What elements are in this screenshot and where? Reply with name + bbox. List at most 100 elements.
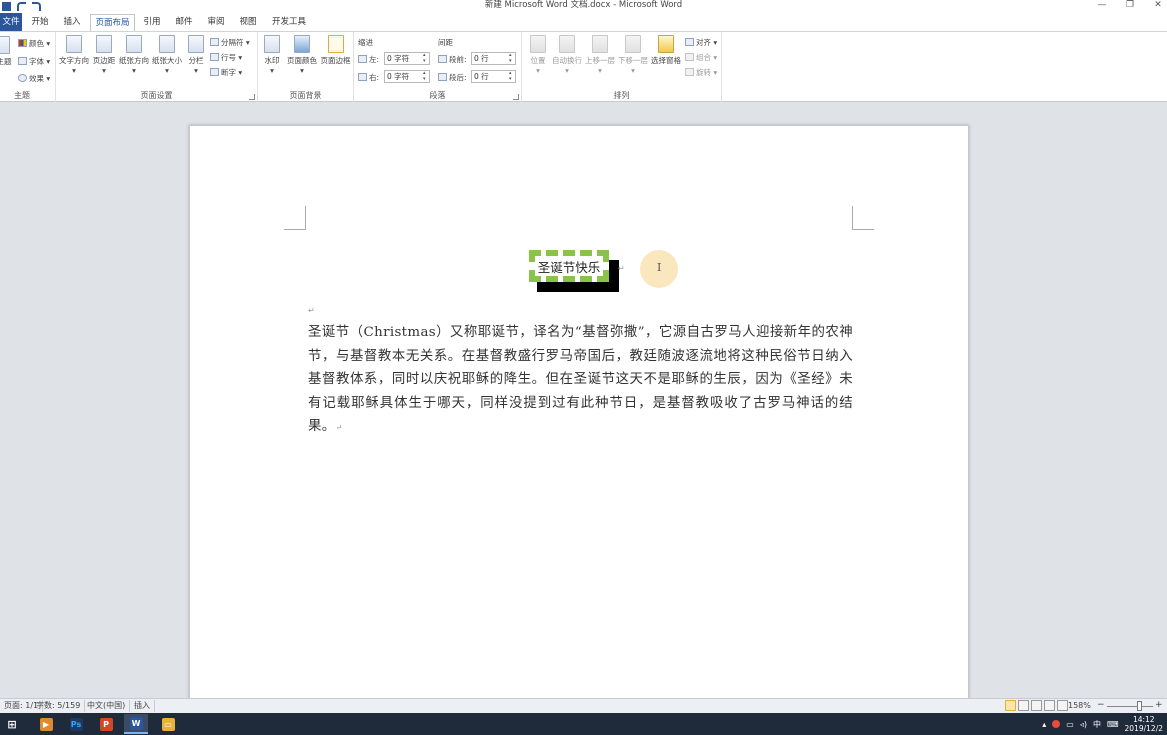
columns-button[interactable]: 分栏 ▾ (185, 35, 207, 75)
group-label-arrange: 排列 (613, 91, 630, 100)
start-button[interactable]: ⊞ (0, 714, 24, 734)
bring-forward-icon (592, 35, 608, 53)
title-bar: 新建 Microsoft Word 文档.docx - Microsoft Wo… (0, 0, 1167, 12)
page-borders-button[interactable]: 页面边框 (319, 35, 352, 66)
tab-developer[interactable]: 开发工具 (268, 14, 310, 31)
effects-button[interactable]: 效果 ▾ (18, 73, 50, 84)
document-page[interactable]: 圣诞节快乐 ↵ I ↵ 圣诞节（Christmas）又称耶诞节，译名为“基督弥撒… (189, 125, 969, 705)
tab-insert[interactable]: 插入 (59, 14, 85, 31)
group-page-background: 水印 ▾ 页面颜色 ▾ 页面边框 页面背景 (258, 32, 354, 102)
margins-button[interactable]: 页边距 ▾ (92, 35, 116, 75)
group-themes: 主题 颜色 ▾ 字体 ▾ 效果 ▾ 主题 (0, 32, 56, 102)
taskbar-file-explorer[interactable]: ▭ (156, 714, 180, 734)
full-screen-view-icon[interactable] (1018, 700, 1029, 711)
tab-page-layout[interactable]: 页面布局 (90, 14, 135, 31)
text-direction-icon (66, 35, 82, 53)
status-language[interactable]: 中文(中国) (83, 700, 131, 712)
margins-icon (96, 35, 112, 53)
fonts-icon (18, 57, 27, 65)
volume-icon[interactable]: ◃) (1080, 720, 1087, 729)
status-word-count[interactable]: 字数: 5/159 (32, 700, 86, 712)
rotate-button[interactable]: 旋转 ▾ (685, 67, 717, 78)
keyboard-icon[interactable]: ⌨ (1107, 720, 1119, 729)
group-label-page-background: 页面背景 (289, 91, 322, 100)
taskbar-word[interactable]: W (124, 714, 148, 734)
group-label-themes: 主题 (14, 91, 30, 100)
effects-icon (18, 74, 27, 82)
page-setup-launcher-icon[interactable] (249, 94, 255, 100)
spacing-before-spinner[interactable]: 0 行 (471, 52, 516, 65)
empty-paragraph-mark: ↵ (308, 306, 315, 315)
watermark-button[interactable]: 水印 ▾ (261, 35, 283, 75)
text-direction-button[interactable]: 文字方向 ▾ (59, 35, 89, 75)
taskbar-media-player[interactable]: ▶ (34, 714, 58, 734)
size-button[interactable]: 纸张大小 ▾ (151, 35, 183, 75)
body-paragraph-mark: ↵ (335, 423, 343, 432)
align-button[interactable]: 对齐 ▾ (685, 37, 717, 48)
draft-view-icon[interactable] (1057, 700, 1068, 711)
zoom-level[interactable]: 158% (1068, 700, 1091, 712)
paragraph-launcher-icon[interactable] (513, 94, 519, 100)
zoom-in-icon[interactable]: + (1155, 700, 1163, 710)
page-color-button[interactable]: 页面颜色 ▾ (286, 35, 318, 75)
indent-right-label: 右: (358, 72, 379, 83)
group-arrange: 位置 ▾ 自动换行 ▾ 上移一层 ▾ 下移一层 ▾ 选择窗格 对齐 ▾ 组合 ▾ 旋转 … (522, 32, 722, 102)
fonts-button[interactable]: 字体 ▾ (18, 56, 50, 67)
orientation-button[interactable]: 纸张方向 ▾ (118, 35, 150, 75)
zoom-track (1107, 706, 1153, 707)
line-numbers-button[interactable]: 行号 ▾ (210, 52, 242, 63)
heading-textbox[interactable]: 圣诞节快乐 (529, 250, 619, 292)
zoom-out-icon[interactable]: − (1097, 700, 1105, 710)
close-button[interactable]: ✕ (1153, 0, 1163, 12)
tab-home[interactable]: 开始 (27, 14, 53, 31)
indent-left-label: 左: (358, 54, 379, 65)
taskbar-photoshop[interactable]: Ps (64, 714, 88, 734)
status-insert-mode[interactable]: 插入 (130, 700, 155, 712)
web-layout-view-icon[interactable] (1031, 700, 1042, 711)
ime-indicator[interactable]: 中 (1093, 719, 1101, 730)
group-button[interactable]: 组合 ▾ (685, 52, 717, 63)
hyphenation-button[interactable]: 断字 ▾ (210, 67, 242, 78)
themes-button[interactable]: 主题 (0, 36, 12, 67)
colors-icon (18, 39, 27, 47)
tab-mailings[interactable]: 邮件 (171, 14, 197, 31)
outline-view-icon[interactable] (1044, 700, 1055, 711)
minimize-button[interactable]: — (1097, 0, 1107, 12)
page-color-icon (294, 35, 310, 53)
hyphenation-icon (210, 68, 219, 76)
wrap-text-icon (559, 35, 575, 53)
selection-pane-button[interactable]: 选择窗格 (650, 35, 682, 66)
clock[interactable]: 14:12 2019/12/2 (1125, 715, 1163, 733)
print-layout-view-icon[interactable] (1005, 700, 1016, 711)
restore-button[interactable]: ❐ (1125, 0, 1135, 12)
group-label-page-setup: 页面设置 (140, 91, 173, 100)
tab-view[interactable]: 视图 (235, 14, 261, 31)
themes-icon (0, 36, 10, 54)
margin-corner-top-right (852, 206, 874, 230)
zoom-slider[interactable]: − + (1097, 700, 1163, 711)
tray-overflow-icon[interactable]: ▴ (1042, 720, 1046, 729)
bring-forward-button[interactable]: 上移一层 ▾ (584, 35, 616, 75)
clock-time: 14:12 (1132, 715, 1155, 724)
body-paragraph[interactable]: 圣诞节（Christmas）又称耶诞节，译名为“基督弥撒”，它源自古罗马人迎接新… (308, 321, 853, 440)
zoom-thumb[interactable] (1137, 701, 1142, 711)
spacing-after-spinner[interactable]: 0 行 (471, 70, 516, 83)
tab-references[interactable]: 引用 (140, 14, 164, 31)
network-icon[interactable]: ▭ (1066, 720, 1074, 729)
breaks-button[interactable]: 分隔符 ▾ (210, 37, 250, 48)
powerpoint-icon: P (99, 717, 113, 731)
watermark-icon (264, 35, 280, 53)
send-backward-button[interactable]: 下移一层 ▾ (617, 35, 649, 75)
heading-text[interactable]: 圣诞节快乐 (529, 257, 609, 276)
indent-left-spinner[interactable]: 0 字符 (384, 52, 430, 65)
position-button[interactable]: 位置 ▾ (526, 35, 550, 75)
document-canvas[interactable]: 圣诞节快乐 ↵ I ↵ 圣诞节（Christmas）又称耶诞节，译名为“基督弥撒… (0, 102, 1167, 705)
body-paragraph-text: 圣诞节（Christmas）又称耶诞节，译名为“基督弥撒”，它源自古罗马人迎接新… (308, 325, 853, 434)
indent-right-spinner[interactable]: 0 字符 (384, 70, 430, 83)
tab-file[interactable]: 文件 (0, 13, 22, 31)
taskbar-powerpoint[interactable]: P (94, 714, 118, 734)
tab-review[interactable]: 审阅 (203, 14, 229, 31)
wrap-text-button[interactable]: 自动换行 ▾ (551, 35, 583, 75)
colors-button[interactable]: 颜色 ▾ (18, 38, 50, 49)
tray-app-icon[interactable] (1052, 720, 1061, 728)
